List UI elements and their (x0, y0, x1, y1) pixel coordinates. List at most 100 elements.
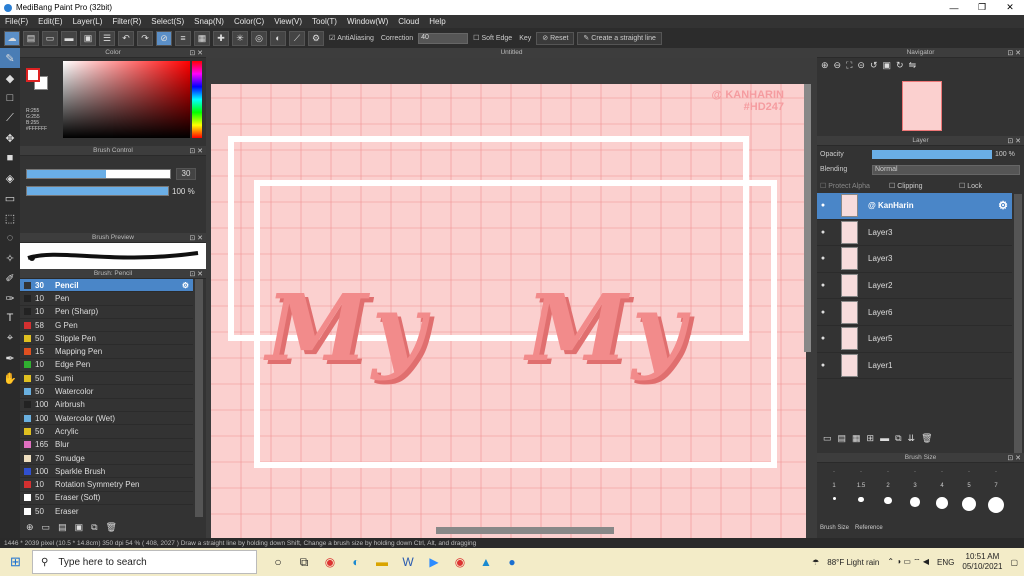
size-preset-small[interactable]: · (821, 469, 847, 475)
brush-item[interactable]: 100 Airbrush (20, 399, 193, 412)
canvas-document[interactable]: @ KANHARIN #HD247 My My (211, 84, 806, 548)
brush-tool-icon[interactable]: ✎ (0, 48, 20, 68)
protect-alpha-toggle[interactable]: ☐ Protect Alpha (820, 182, 870, 190)
menu-edit[interactable]: Edit(E) (33, 17, 67, 26)
canvas-vertical-scrollbar[interactable] (804, 84, 811, 352)
menu-color[interactable]: Color(C) (229, 17, 269, 26)
primary-color-swatch[interactable] (26, 68, 40, 82)
grid-snap-icon[interactable]: ▦ (194, 30, 210, 46)
close-icon[interactable]: ⊡ ✕ (1007, 49, 1021, 57)
brush-item[interactable]: 58 G Pen (20, 319, 193, 333)
menu-view[interactable]: View(V) (269, 17, 307, 26)
menu-help[interactable]: Help (424, 17, 450, 26)
menu-file[interactable]: File(F) (0, 17, 33, 26)
size-preset-small[interactable]: · (956, 469, 982, 475)
tab-brush-size[interactable]: Brush Size (820, 525, 849, 531)
brush-item[interactable]: 50 Acrylic (20, 425, 193, 439)
parallel-snap-icon[interactable]: ≡ (175, 30, 191, 46)
visibility-icon[interactable]: ● (817, 202, 829, 209)
layer-row[interactable]: ● @ KanHarin ⚙ (817, 193, 1012, 220)
duplicate-layer-icon[interactable]: ⧉ (895, 433, 901, 444)
fill-rect-icon[interactable]: ■ (0, 148, 20, 168)
chrome-icon[interactable]: ◉ (319, 551, 341, 573)
brush-item[interactable]: 30 Pencil ⚙ (20, 279, 193, 293)
blending-select[interactable]: Normal (872, 165, 1020, 175)
file-explorer-icon[interactable]: ▬ (371, 551, 393, 573)
menu-select[interactable]: Select(S) (146, 17, 189, 26)
bucket-tool-icon[interactable]: ◈ (0, 168, 20, 188)
menu-cloud[interactable]: Cloud (393, 17, 424, 26)
size-preset-small[interactable]: · (902, 469, 928, 475)
brush-size-value[interactable]: 30 (176, 168, 196, 180)
menu-filter[interactable]: Filter(R) (107, 17, 146, 26)
menu-window[interactable]: Window(W) (342, 17, 393, 26)
brush-item[interactable]: 10 Pen (Sharp) (20, 306, 193, 319)
tray-icons[interactable]: ⌃ ◑ ▭ ⌔ ◀ (887, 557, 929, 567)
radial-snap-icon[interactable]: ✳ (232, 30, 248, 46)
text-tool-icon[interactable]: T (0, 308, 20, 328)
brush-item[interactable]: 165 Blur (20, 439, 193, 452)
close-icon[interactable]: ⊡ ✕ (189, 234, 203, 242)
gradient-tool-icon[interactable]: ▭ (0, 188, 20, 208)
brush-item[interactable]: 10 Rotation Symmetry Pen (20, 478, 193, 492)
size-preset-dot[interactable] (902, 497, 928, 507)
divide-tool-icon[interactable]: ⌖ (0, 328, 20, 348)
size-preset-small[interactable]: · (875, 469, 901, 475)
size-preset-small[interactable]: · (929, 469, 955, 475)
brush-item[interactable]: 50 Sumi (20, 372, 193, 386)
zoom-reset-icon[interactable]: ⊝ (857, 60, 865, 71)
canvas-tab[interactable]: Untitled (206, 48, 817, 58)
straight-line-button[interactable]: ✎ Create a straight line (577, 31, 662, 45)
size-preset-dot[interactable] (929, 497, 955, 509)
cortana-icon[interactable]: ○ (267, 551, 289, 573)
move-tool-icon[interactable]: ✥ (0, 128, 20, 148)
cross-snap-icon[interactable]: ✚ (213, 30, 229, 46)
open-icon[interactable]: ▭ (42, 30, 58, 46)
brush-icon[interactable]: ⟋ (0, 108, 20, 128)
canvas-horizontal-scrollbar[interactable] (436, 527, 614, 534)
new-brush-icon[interactable]: ▭ (42, 522, 51, 533)
menu-layer[interactable]: Layer(L) (68, 17, 108, 26)
tab-reference[interactable]: Reference (855, 525, 883, 531)
brush-size-slider[interactable] (26, 169, 171, 179)
add-brush-icon[interactable]: ⊕ (26, 522, 34, 533)
delete-layer-icon[interactable]: 🗑 (921, 433, 932, 444)
windows-start-icon[interactable]: ⊞ (10, 554, 21, 570)
new-layer-icon[interactable]: ▭ (823, 433, 832, 444)
add-layer-menu-icon[interactable]: ⊞ (867, 433, 875, 444)
perspective-snap-icon[interactable]: ⟋ (289, 30, 305, 46)
new-halftone-layer-icon[interactable]: ▦ (852, 433, 861, 444)
layer-row[interactable]: ● Layer3 (817, 220, 1012, 247)
snap-off-icon[interactable]: ⊘ (156, 30, 172, 46)
brush-list-scrollbar[interactable] (195, 279, 203, 517)
new-file-icon[interactable]: ▤ (23, 30, 39, 46)
brush-opacity-slider[interactable] (26, 186, 169, 196)
gear-icon[interactable]: ⚙ (998, 199, 1008, 212)
zoom-in-icon[interactable]: ⊕ (821, 60, 829, 71)
brush-item[interactable]: 10 Pen (20, 292, 193, 306)
lock-toggle[interactable]: ☐ Lock (959, 182, 982, 190)
visibility-icon[interactable]: ● (817, 362, 829, 369)
minimize-button[interactable]: — (940, 0, 968, 15)
select-pen-icon[interactable]: ✐ (0, 268, 20, 288)
actual-size-icon[interactable]: ▣ (883, 60, 892, 71)
layer-row[interactable]: ● Layer5 (817, 326, 1012, 353)
brush-item[interactable]: 100 Sparkle Brush (20, 465, 193, 479)
size-preset-dot[interactable] (821, 497, 847, 500)
close-icon[interactable]: ⊡ ✕ (1007, 137, 1021, 145)
eraser-tool-icon[interactable]: ◆ (0, 68, 20, 88)
visibility-icon[interactable]: ● (817, 335, 829, 342)
task-view-icon[interactable]: ⧉ (293, 551, 315, 573)
brush-item[interactable]: 50 Watercolor (20, 385, 193, 399)
close-icon[interactable]: ⊡ ✕ (1007, 454, 1021, 462)
brush-item[interactable]: 50 Eraser (20, 505, 193, 517)
clock[interactable]: 10:51 AM 05/10/2021 (962, 552, 1002, 572)
folder-icon[interactable]: ▬ (880, 433, 889, 443)
layer-opacity-slider[interactable] (872, 150, 992, 159)
navigator-thumbnail[interactable] (902, 81, 942, 131)
notification-icon[interactable]: ▢ (1010, 558, 1018, 567)
circle-snap-icon[interactable]: ◎ (251, 30, 267, 46)
magic-wand-icon[interactable]: ✧ (0, 248, 20, 268)
layer-row[interactable]: ● Layer1 (817, 353, 1012, 380)
visibility-icon[interactable]: ● (817, 309, 829, 316)
